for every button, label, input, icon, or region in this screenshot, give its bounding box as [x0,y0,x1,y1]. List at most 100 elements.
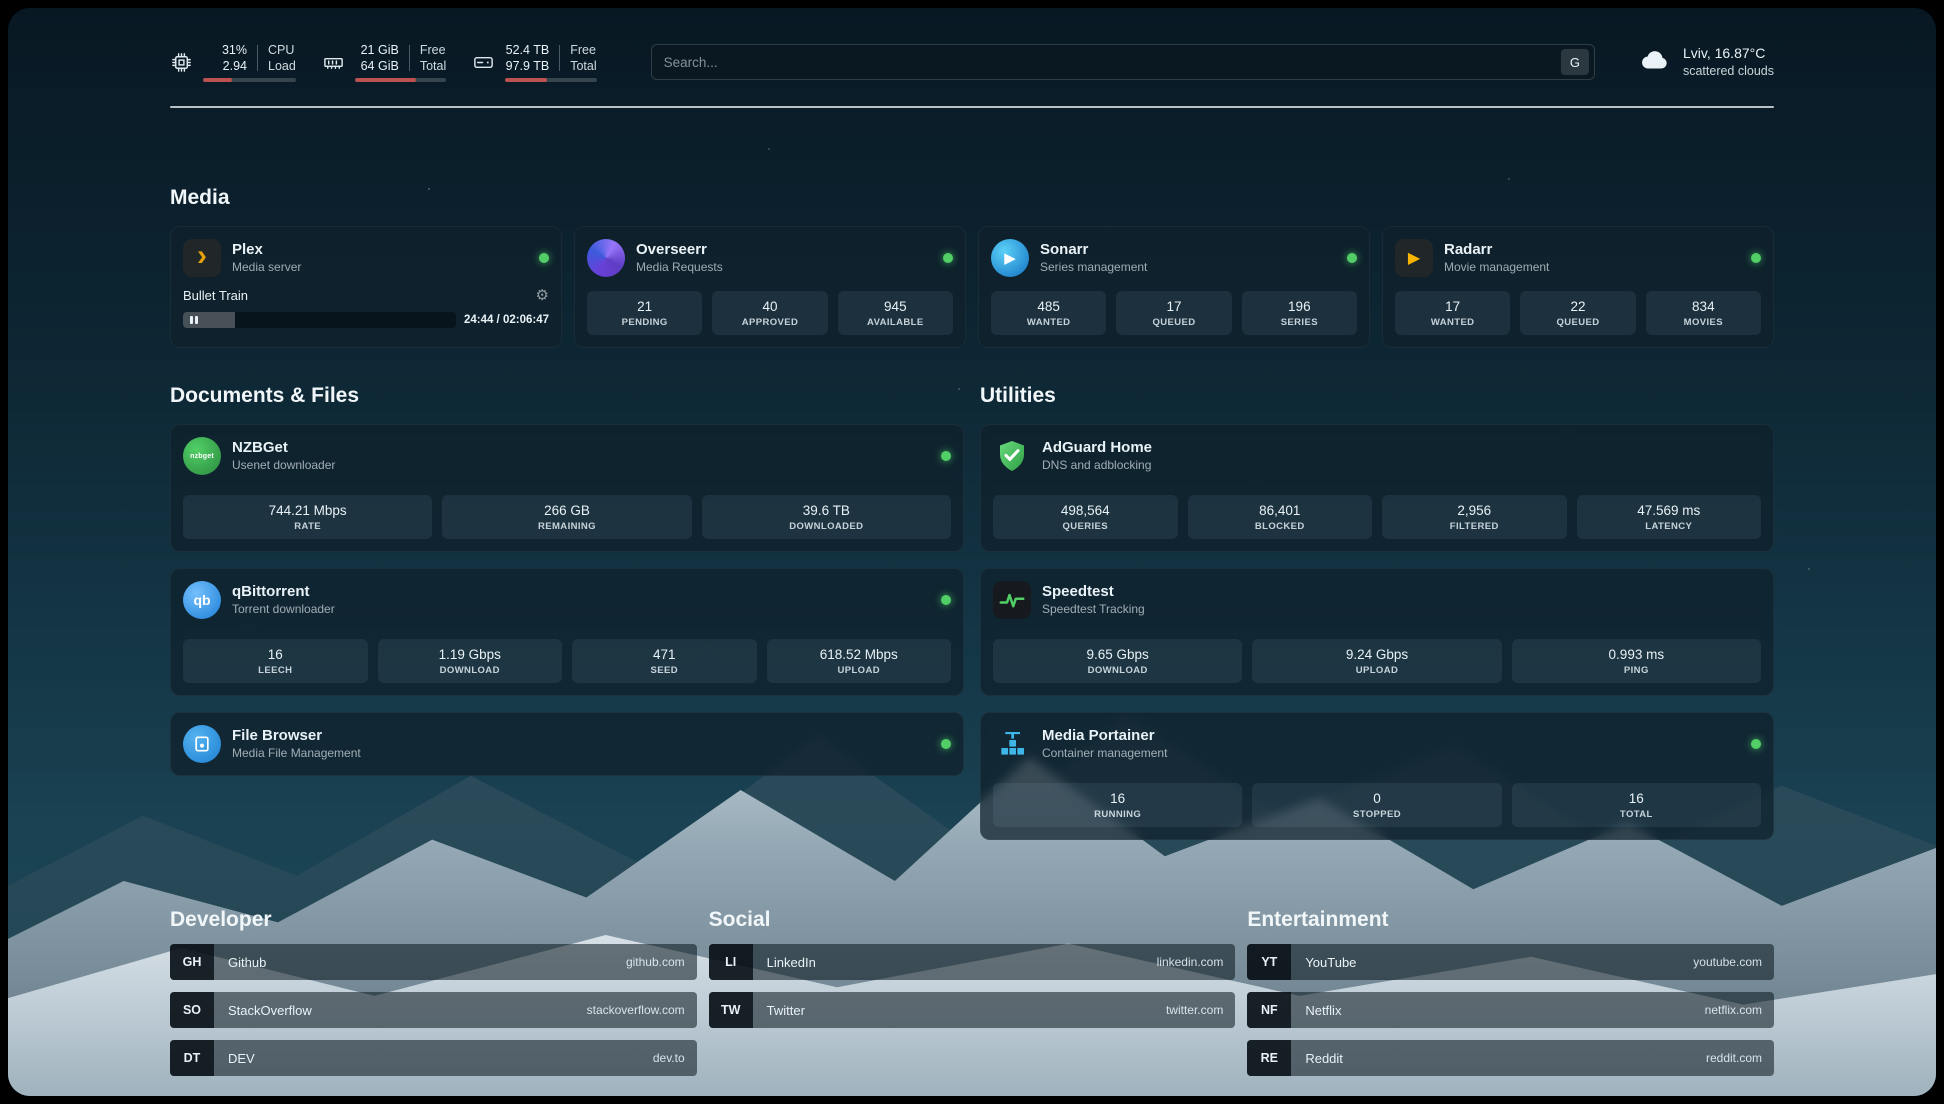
qbittorrent-icon: qb [183,581,221,619]
gear-icon[interactable]: ⚙ [536,286,549,304]
portainer-stats: 16 RUNNING 0 STOPPED 16 TOTAL [993,783,1761,827]
bookmark-url: reddit.com [1706,1051,1762,1065]
stat-box: 1.19 Gbps DOWNLOAD [378,639,563,683]
stat-label: SEED [576,665,753,676]
media-grid: › Plex Media server Bullet Train ⚙ [170,226,1774,348]
app-card-filebrowser[interactable]: File Browser Media File Management [170,712,964,776]
stat-label: RATE [187,521,428,532]
bookmark-url: linkedin.com [1157,955,1224,969]
developer-column: Developer GH Github github.com SO StackO… [170,908,697,1076]
stat-value: 834 [1650,299,1757,314]
stat-value: 16 [997,791,1238,806]
filebrowser-header: File Browser Media File Management [183,725,951,763]
bookmark-name: Twitter [767,1003,805,1018]
cpu-usage-bar [203,78,296,82]
cpu-label: CPU [268,42,296,58]
bookmark-url: github.com [626,955,685,969]
now-playing-title: Bullet Train [183,288,248,303]
memory-free-value: 21 GiB [361,42,399,58]
stat-box: 39.6 TB DOWNLOADED [702,495,951,539]
status-dot [941,451,951,461]
memory-free-label: Free [420,42,446,58]
qbittorrent-header: qb qBittorrent Torrent downloader [183,581,951,619]
app-name: AdGuard Home [1042,438,1152,458]
section-title-utilities: Utilities [980,384,1774,408]
section-title-media: Media [170,186,1774,210]
app-card-radarr[interactable]: ▶ Radarr Movie management 17 WANTED 22 Q… [1382,226,1774,348]
stat-label: REMAINING [446,521,687,532]
plex-player-row: 24:44 / 02:06:47 [183,312,549,328]
cpu-values: 31% 2.94 [203,42,247,75]
plex-now-playing-row: Bullet Train ⚙ [183,286,549,304]
radarr-meta: Radarr Movie management [1444,240,1549,275]
stat-label: QUEUED [1524,317,1631,328]
app-card-qbittorrent[interactable]: qb qBittorrent Torrent downloader 16 LEE… [170,568,964,696]
bookmark-twitter[interactable]: TW Twitter twitter.com [709,992,1236,1028]
stat-box: 86,401 BLOCKED [1188,495,1373,539]
status-dot [941,739,951,749]
app-subtitle: DNS and adblocking [1042,458,1152,474]
stat-box: 40 APPROVED [712,291,827,335]
memory-total-value: 64 GiB [361,58,399,74]
radarr-header: ▶ Radarr Movie management [1395,239,1761,277]
app-card-speedtest[interactable]: Speedtest Speedtest Tracking 9.65 Gbps D… [980,568,1774,696]
app-card-portainer[interactable]: Media Portainer Container management 16 … [980,712,1774,840]
app-card-sonarr[interactable]: ▶ Sonarr Series management 485 WANTED 17… [978,226,1370,348]
stat-label: WANTED [1399,317,1506,328]
app-name: Radarr [1444,240,1549,260]
bookmark-url: netflix.com [1705,1003,1762,1017]
bookmark-github[interactable]: GH Github github.com [170,944,697,980]
stat-box: 0 STOPPED [1252,783,1501,827]
bookmark-abbr: NF [1247,992,1291,1028]
overseerr-icon [587,239,625,277]
cpu-icon [170,51,193,74]
bookmark-dev[interactable]: DT DEV dev.to [170,1040,697,1076]
app-card-adguard[interactable]: AdGuard Home DNS and adblocking 498,564 … [980,424,1774,552]
app-name: Speedtest [1042,582,1145,602]
dashboard-content: 31% 2.94 CPU Load [8,8,1936,1076]
memory-labels: Free Total [420,42,446,75]
app-card-nzbget[interactable]: nzbget NZBGet Usenet downloader 744.21 M… [170,424,964,552]
bookmark-linkedin[interactable]: LI LinkedIn linkedin.com [709,944,1236,980]
search-input[interactable] [664,55,1561,70]
speedtest-stats: 9.65 Gbps DOWNLOAD 9.24 Gbps UPLOAD 0.99… [993,639,1761,683]
bookmark-reddit[interactable]: RE Reddit reddit.com [1247,1040,1774,1076]
bookmark-abbr: YT [1247,944,1291,980]
bookmark-stackoverflow[interactable]: SO StackOverflow stackoverflow.com [170,992,697,1028]
stat-box: 16 RUNNING [993,783,1242,827]
app-card-plex[interactable]: › Plex Media server Bullet Train ⚙ [170,226,562,348]
search-engine-button[interactable]: G [1561,49,1589,75]
radarr-stats: 17 WANTED 22 QUEUED 834 MOVIES [1395,291,1761,335]
memory-usage-body: 21 GiB 64 GiB Free Total [355,42,446,83]
app-name: File Browser [232,726,361,746]
bookmark-url: twitter.com [1166,1003,1223,1017]
speedtest-meta: Speedtest Speedtest Tracking [1042,582,1145,617]
mid-grid: Documents & Files nzbget NZBGet Usenet d… [170,384,1774,856]
stat-label: RUNNING [997,809,1238,820]
stat-value: 9.65 Gbps [997,647,1238,662]
stat-value: 744.21 Mbps [187,503,428,518]
stat-box: 22 QUEUED [1520,291,1635,335]
bookmarks-grid: Developer GH Github github.com SO StackO… [170,908,1774,1076]
stat-box: 21 PENDING [587,291,702,335]
stat-label: STOPPED [1256,809,1497,820]
portainer-icon [993,725,1031,763]
stat-label: WANTED [995,317,1102,328]
stat-value: 485 [995,299,1102,314]
stat-value: 16 [187,647,364,662]
disk-free-label: Free [570,42,596,58]
search-bar[interactable]: G [651,44,1595,80]
bookmark-netflix[interactable]: NF Netflix netflix.com [1247,992,1774,1028]
cpu-usage-body: 31% 2.94 CPU Load [203,42,296,83]
nzbget-header: nzbget NZBGet Usenet downloader [183,437,951,475]
bookmark-url: stackoverflow.com [587,1003,685,1017]
app-card-overseerr[interactable]: Overseerr Media Requests 21 PENDING 40 A… [574,226,966,348]
documents-column: Documents & Files nzbget NZBGet Usenet d… [170,384,964,856]
bookmark-youtube[interactable]: YT YouTube youtube.com [1247,944,1774,980]
app-name: Overseerr [636,240,723,260]
status-dot [1347,253,1357,263]
playback-progress-bar[interactable] [183,312,456,328]
cpu-usage-row: 31% 2.94 CPU Load [203,42,296,75]
memory-total-label: Total [420,58,446,74]
pause-icon[interactable] [190,316,198,324]
